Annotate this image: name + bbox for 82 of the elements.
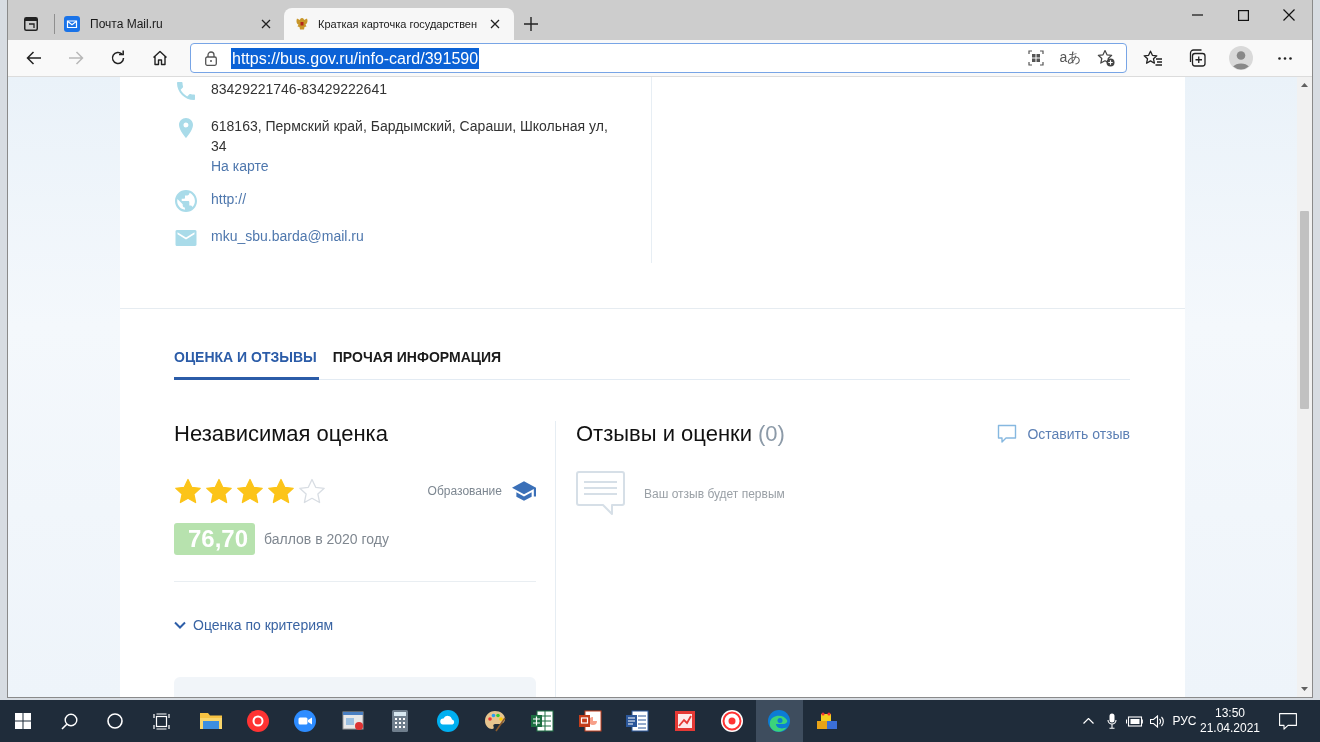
star-icon	[236, 477, 264, 505]
refresh-icon	[110, 50, 126, 66]
down-arrow-icon[interactable]	[1301, 687, 1308, 691]
microphone-icon	[1106, 713, 1117, 729]
notification-icon	[1279, 712, 1297, 730]
browser-icon	[767, 709, 792, 733]
browser-tab[interactable]: Почта Mail.ru	[55, 8, 284, 40]
circle-app-icon	[246, 709, 271, 733]
address-text: 618163, Пермский край, Бардымский, Сараши, Школьная ул, 34	[211, 117, 609, 156]
windows-logo-icon	[15, 713, 31, 729]
browser-tab[interactable]: Краткая карточка государствен	[284, 8, 514, 40]
phone-text: 83429221746-83429222641	[211, 80, 387, 99]
section-title: Отзывы и оценки	[576, 421, 752, 447]
forward-arrow-icon	[68, 51, 84, 65]
empty-state-text: Ваш отзыв будет первым	[644, 486, 785, 501]
close-icon	[490, 19, 501, 29]
tab-title: Краткая карточка государствен	[318, 18, 478, 30]
close-icon	[1283, 9, 1295, 21]
presentation-icon	[577, 709, 602, 733]
graduation-cap-icon	[512, 481, 536, 501]
cloud-app-icon	[435, 709, 460, 733]
email-link[interactable]: mku_sbu.barda@mail.ru	[211, 226, 364, 246]
spreadsheet-icon	[530, 709, 555, 733]
ring-app-icon	[720, 709, 744, 733]
taskbar-app-button[interactable]	[755, 700, 804, 742]
star-plus-icon	[1096, 49, 1115, 67]
criteria-toggle[interactable]: Оценка по критериям	[174, 616, 334, 634]
tab-actions-icon	[24, 17, 38, 31]
plus-icon	[524, 17, 538, 31]
document-icon	[625, 709, 650, 733]
review-count: (0)	[758, 421, 785, 447]
scrollbar-track[interactable]	[1297, 77, 1312, 697]
clock[interactable]: 13:50 21.04.2021	[1200, 706, 1260, 736]
back-arrow-icon	[26, 51, 42, 65]
minimize-icon	[1191, 14, 1203, 16]
speaker-icon	[1150, 714, 1165, 728]
comment-icon	[997, 424, 1018, 444]
section-title: Независимая оценка	[174, 421, 389, 447]
lock-icon	[205, 50, 217, 66]
home-icon	[152, 50, 168, 66]
globe-icon	[174, 189, 198, 213]
task-view-icon	[152, 712, 170, 730]
language-indicator[interactable]: РУС	[1169, 700, 1200, 742]
score-caption: баллов в 2020 году	[264, 531, 389, 547]
grid-icon	[1027, 50, 1044, 66]
category-label: Образование	[427, 484, 502, 498]
window-app-icon	[340, 709, 365, 733]
address-bar[interactable]: https://bus.gov.ru/info-card/391590 aあ	[190, 43, 1127, 73]
star-icon	[205, 477, 233, 505]
more-icon	[1278, 56, 1292, 60]
speech-bubble-icon	[576, 471, 625, 516]
chevron-up-icon	[1083, 718, 1094, 724]
ring-icon	[107, 713, 123, 729]
score-badge: 76,70	[174, 523, 256, 555]
crest-icon	[294, 16, 310, 32]
envelope-icon	[64, 16, 80, 32]
website-link[interactable]: http://	[211, 189, 247, 209]
search-icon	[60, 712, 78, 730]
phone-icon	[174, 79, 198, 103]
translate-button[interactable]: aあ	[1053, 45, 1088, 71]
star-icon	[298, 477, 326, 505]
time-text: 13:50	[1215, 706, 1245, 721]
section-tab[interactable]: ОЦЕНКА И ОТЗЫВЫ	[174, 349, 319, 380]
leave-review-link[interactable]: Оставить отзыв	[997, 424, 1130, 444]
star-icon	[267, 477, 295, 505]
up-arrow-icon[interactable]	[1301, 83, 1308, 87]
star-icon	[174, 477, 202, 505]
battery-icon	[1126, 715, 1143, 727]
avatar-icon	[1229, 46, 1253, 70]
star-list-icon	[1143, 49, 1163, 67]
map-link[interactable]: На карте	[211, 156, 269, 176]
scrollbar-thumb[interactable]	[1300, 211, 1309, 409]
collections-icon	[1188, 49, 1206, 67]
tile-app-icon	[672, 709, 697, 733]
tab-title: Почта Mail.ru	[90, 17, 164, 31]
palette-icon	[483, 709, 508, 733]
maximize-icon	[1237, 9, 1249, 21]
close-icon	[261, 19, 271, 29]
date-text: 21.04.2021	[1199, 721, 1261, 736]
url-text: https://bus.gov.ru/info-card/391590	[231, 47, 480, 69]
section-tab[interactable]: ПРОЧАЯ ИНФОРМАЦИЯ	[332, 349, 504, 380]
video-camera-icon	[293, 709, 318, 733]
